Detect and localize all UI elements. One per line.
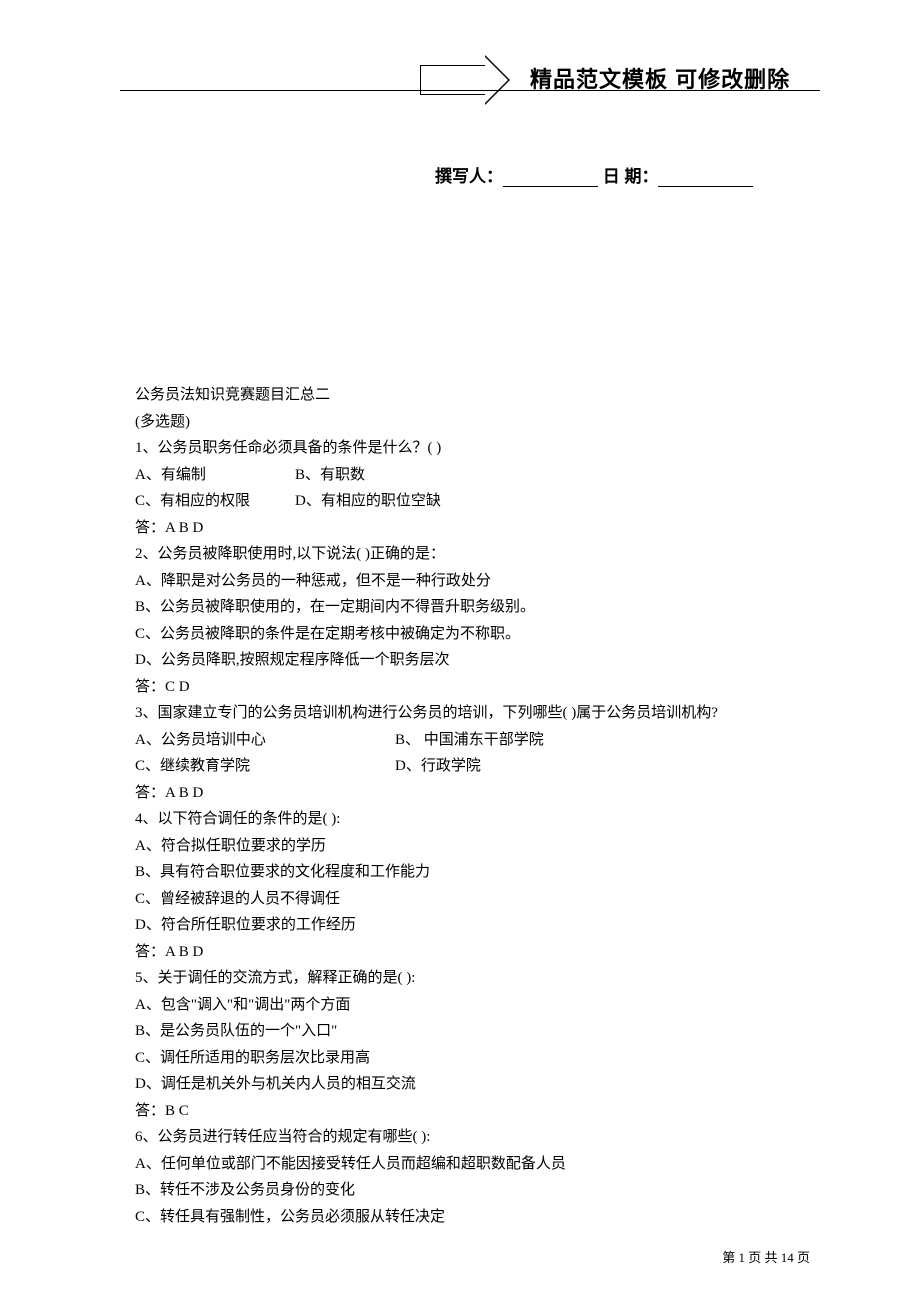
q3-row1: A、公务员培训中心B、 中国浦东干部学院: [135, 727, 820, 754]
q4-answer: 答：A B D: [135, 939, 820, 966]
q1-stem: 1、公务员职务任命必须具备的条件是什么？( ): [135, 435, 820, 462]
doc-title: 公务员法知识竞赛题目汇总二: [135, 382, 820, 409]
footer-suffix: 页: [794, 1250, 810, 1265]
meta-line: 撰写人： 日 期：: [435, 162, 753, 187]
q4-optA: A、符合拟任职位要求的学历: [135, 833, 820, 860]
q4-stem: 4、以下符合调任的条件的是( ):: [135, 806, 820, 833]
q5-stem: 5、关于调任的交流方式，解释正确的是( ):: [135, 965, 820, 992]
header-arrow-graphic: [420, 55, 510, 105]
q4-optB: B、具有符合职位要求的文化程度和工作能力: [135, 859, 820, 886]
q1-answer: 答：A B D: [135, 515, 820, 542]
document-body: 公务员法知识竞赛题目汇总二 (多选题) 1、公务员职务任命必须具备的条件是什么？…: [135, 382, 820, 1230]
q2-answer: 答：C D: [135, 674, 820, 701]
q2-stem: 2、公务员被降职使用时,以下说法( )正确的是：: [135, 541, 820, 568]
q3-stem: 3、国家建立专门的公务员培训机构进行公务员的培训，下列哪些( )属于公务员培训机…: [135, 700, 820, 727]
q1-row1: A、有编制B、有职数: [135, 462, 820, 489]
doc-subtitle: (多选题): [135, 409, 820, 436]
q5-optC: C、调任所适用的职务层次比录用高: [135, 1045, 820, 1072]
q5-optD: D、调任是机关外与机关内人员的相互交流: [135, 1071, 820, 1098]
page-footer: 第 1 页 共 14 页: [722, 1247, 810, 1266]
footer-total: 14: [781, 1250, 794, 1265]
q6-optA: A、任何单位或部门不能因接受转任人员而超编和超职数配备人员: [135, 1151, 820, 1178]
q3-optC: C、继续教育学院: [135, 753, 395, 780]
q3-optB: B、 中国浦东干部学院: [395, 732, 544, 748]
author-field: [503, 171, 598, 187]
header-divider: [120, 90, 820, 91]
q3-optD: D、行政学院: [395, 758, 481, 774]
footer-mid: 页 共: [745, 1250, 781, 1265]
q6-optB: B、转任不涉及公务员身份的变化: [135, 1177, 820, 1204]
q2-optD: D、公务员降职,按照规定程序降低一个职务层次: [135, 647, 820, 674]
q4-optC: C、曾经被辞退的人员不得调任: [135, 886, 820, 913]
q5-answer: 答：B C: [135, 1098, 820, 1125]
q3-optA: A、公务员培训中心: [135, 727, 395, 754]
q2-optC: C、公务员被降职的条件是在定期考核中被确定为不称职。: [135, 621, 820, 648]
q1-optA: A、有编制: [135, 462, 295, 489]
q1-optB: B、有职数: [295, 467, 365, 483]
arrow-head-icon: [485, 55, 510, 105]
q3-row2: C、继续教育学院D、行政学院: [135, 753, 820, 780]
author-label: 撰写人：: [435, 167, 503, 186]
q2-optB: B、公务员被降职使用的，在一定期间内不得晋升职务级别。: [135, 594, 820, 621]
q6-stem: 6、公务员进行转任应当符合的规定有哪些( ):: [135, 1124, 820, 1151]
q5-optB: B、是公务员队伍的一个"入口": [135, 1018, 820, 1045]
q1-row2: C、有相应的权限D、有相应的职位空缺: [135, 488, 820, 515]
q1-optD: D、有相应的职位空缺: [295, 493, 441, 509]
date-label: 日 期：: [603, 167, 659, 186]
q1-optC: C、有相应的权限: [135, 488, 295, 515]
footer-prefix: 第: [722, 1250, 738, 1265]
q3-answer: 答：A B D: [135, 780, 820, 807]
q6-optC: C、转任具有强制性，公务员必须服从转任决定: [135, 1204, 820, 1231]
q5-optA: A、包含"调入"和"调出"两个方面: [135, 992, 820, 1019]
date-field: [658, 171, 753, 187]
q4-optD: D、符合所任职位要求的工作经历: [135, 912, 820, 939]
q2-optA: A、降职是对公务员的一种惩戒，但不是一种行政处分: [135, 568, 820, 595]
